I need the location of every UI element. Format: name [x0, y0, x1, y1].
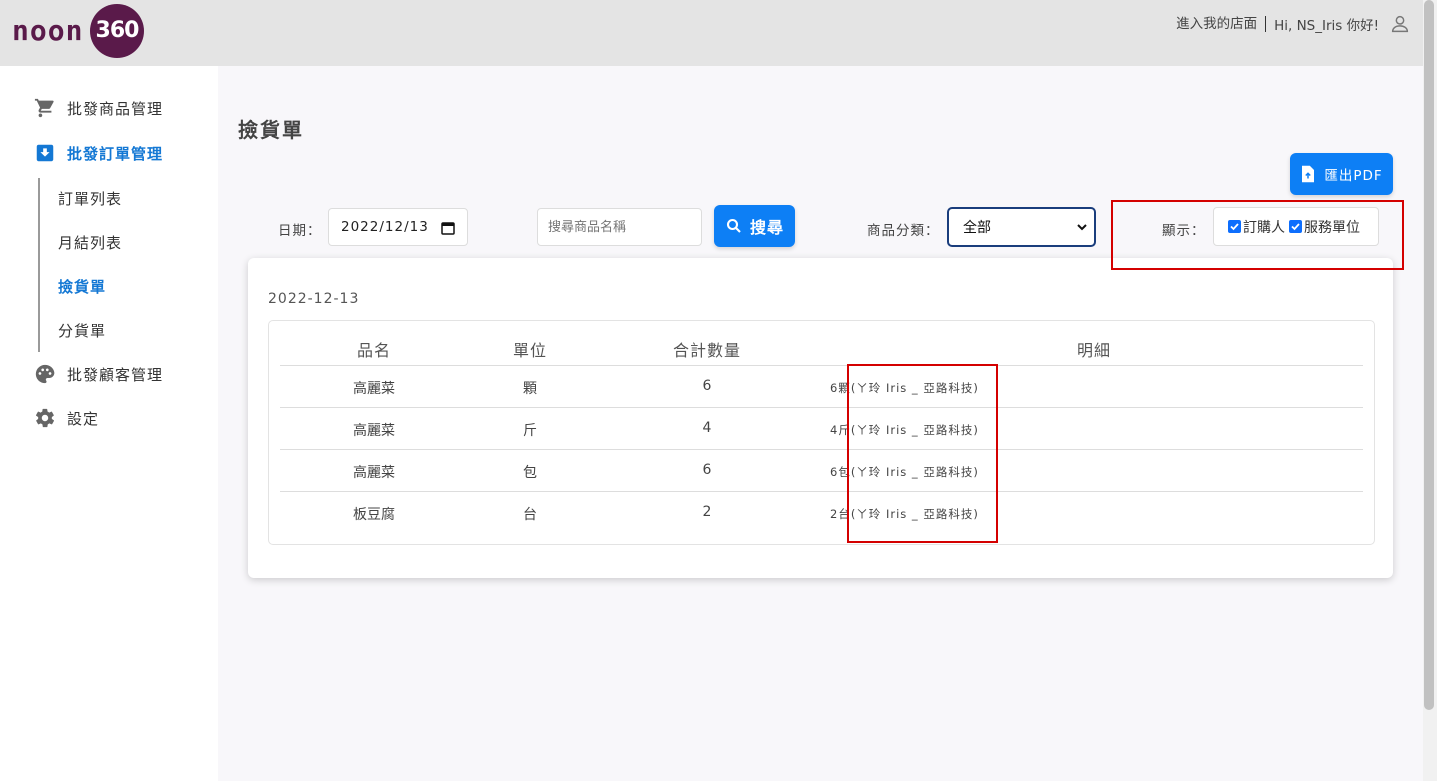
- card-date: 2022-12-13: [268, 291, 360, 307]
- row-1-name: 高麗菜: [353, 381, 395, 397]
- sidebar-item-orders[interactable]: 批發訂單管理: [34, 142, 163, 164]
- row-4-detail: 2台(ㄚ玲 Iris _ 亞路科技): [830, 507, 979, 521]
- sidebar-item-customers[interactable]: 批發顧客管理: [34, 363, 163, 385]
- product-search-input[interactable]: [537, 208, 702, 246]
- category-select[interactable]: 全部: [947, 207, 1096, 247]
- picking-table: 品名 單位 合計數量 明細 高麗菜 顆 6 6顆(ㄚ玲 Iris _ 亞路科技)…: [268, 320, 1375, 545]
- sidebar-item-label: 批發訂單管理: [67, 144, 164, 163]
- row-3-name: 高麗菜: [353, 465, 395, 481]
- buyer-checkbox-label[interactable]: 訂購人: [1243, 217, 1285, 237]
- column-header-unit: 單位: [512, 341, 547, 360]
- header-user-area: 進入我的店面 Hi, NS_Iris 你好!: [1176, 12, 1409, 36]
- calendar-icon[interactable]: [441, 221, 455, 235]
- subnav-line: [38, 178, 40, 352]
- search-button-label: 搜尋: [749, 218, 784, 237]
- row-3-qty: 6: [702, 462, 712, 478]
- search-icon: [726, 218, 741, 233]
- sidebar-item-label: 批發顧客管理: [67, 365, 164, 384]
- logo-badge: 360: [90, 4, 144, 58]
- logo-text: noon: [12, 14, 84, 47]
- row-3-unit: 包: [523, 465, 537, 481]
- search-button[interactable]: 搜尋: [714, 205, 795, 247]
- row-2-detail: 4斤(ㄚ玲 Iris _ 亞路科技): [830, 423, 979, 437]
- gear-icon: [35, 408, 55, 428]
- row-divider: [280, 365, 1363, 366]
- page-scrollbar[interactable]: [1423, 0, 1437, 781]
- service-unit-checkbox[interactable]: [1289, 220, 1302, 233]
- date-value: 2022/12/13: [341, 219, 429, 235]
- row-2-unit: 斤: [523, 423, 537, 439]
- user-greeting: Hi, NS_Iris 你好!: [1274, 18, 1379, 34]
- row-1-detail: 6顆(ㄚ玲 Iris _ 亞路科技): [830, 381, 979, 395]
- row-divider: [280, 407, 1363, 408]
- sidebar-item-products[interactable]: 批發商品管理: [34, 97, 163, 119]
- display-options: 訂購人 服務單位: [1213, 207, 1379, 246]
- row-4-qty: 2: [702, 504, 712, 520]
- date-input[interactable]: 2022/12/13: [328, 208, 468, 246]
- column-header-qty: 合計數量: [672, 341, 741, 360]
- cart-icon: [34, 98, 54, 118]
- top-header: noon 360 進入我的店面 Hi, NS_Iris 你好!: [0, 0, 1423, 66]
- export-pdf-label: 匯出PDF: [1324, 168, 1383, 184]
- row-divider: [280, 449, 1363, 450]
- date-label: 日期：: [278, 223, 322, 239]
- sidebar-item-settings[interactable]: 設定: [34, 407, 99, 429]
- user-icon[interactable]: [1389, 13, 1411, 35]
- row-3-detail: 6包(ㄚ玲 Iris _ 亞路科技): [830, 465, 979, 479]
- display-label: 顯示：: [1162, 223, 1206, 239]
- category-label: 商品分類：: [867, 223, 940, 239]
- category-selected-value: 全部: [963, 220, 991, 236]
- store-link[interactable]: 進入我的店面: [1176, 16, 1267, 32]
- row-4-name: 板豆腐: [353, 507, 395, 523]
- service-unit-checkbox-label[interactable]: 服務單位: [1304, 217, 1360, 237]
- row-1-qty: 6: [702, 378, 712, 394]
- sidebar-subitem-distribution-list[interactable]: 分貨單: [58, 320, 106, 341]
- scrollbar-thumb[interactable]: [1424, 0, 1434, 710]
- row-divider: [280, 491, 1363, 492]
- row-4-unit: 台: [523, 507, 537, 523]
- row-2-name: 高麗菜: [353, 423, 395, 439]
- inbox-download-icon: [36, 144, 54, 162]
- export-pdf-button[interactable]: 匯出PDF: [1290, 153, 1393, 195]
- buyer-checkbox[interactable]: [1228, 220, 1241, 233]
- palette-icon: [35, 364, 55, 384]
- column-header-detail: 明細: [1076, 341, 1111, 360]
- sidebar-subitem-monthly-list[interactable]: 月結列表: [58, 232, 122, 253]
- sidebar-subitem-order-list[interactable]: 訂單列表: [58, 188, 122, 209]
- sidebar-item-label: 批發商品管理: [67, 99, 164, 118]
- sidebar-item-label: 設定: [67, 409, 100, 428]
- chevron-down-icon: [1077, 224, 1087, 231]
- page-title: 撿貨單: [238, 118, 304, 142]
- column-header-name: 品名: [356, 341, 391, 360]
- sidebar-subitem-picking-list[interactable]: 撿貨單: [58, 276, 106, 297]
- row-2-qty: 4: [702, 420, 712, 436]
- picking-list-card: 2022-12-13 品名 單位 合計數量 明細 高麗菜 顆 6 6顆(ㄚ玲 I…: [248, 258, 1393, 578]
- file-upload-icon: [1302, 165, 1315, 183]
- sidebar: 批發商品管理 批發訂單管理 訂單列表 月結列表 撿貨單 分貨單 批發顧客管理 設…: [0, 66, 218, 781]
- row-1-unit: 顆: [523, 381, 537, 397]
